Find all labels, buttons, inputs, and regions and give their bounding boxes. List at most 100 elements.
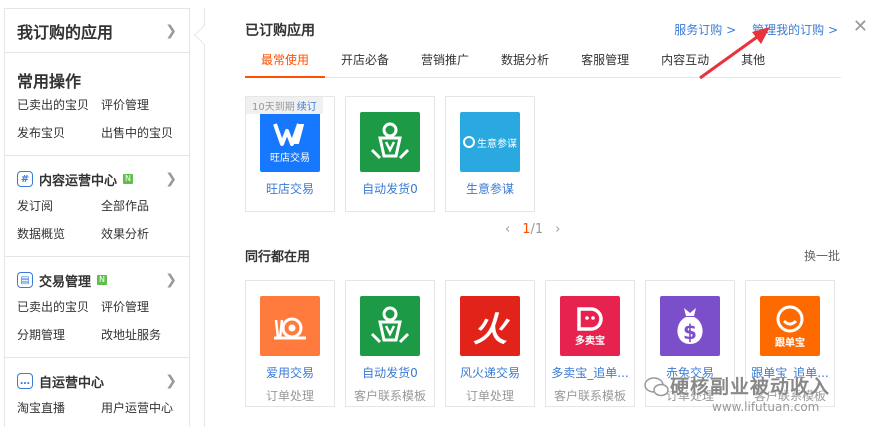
prev-page-button[interactable]: ‹ <box>505 222 510 237</box>
panel-title: 已订购应用 <box>245 23 315 39</box>
app-card[interactable]: 自动发货0 客户联系模板 <box>345 280 435 407</box>
fire-logo-icon: 火 <box>460 296 520 356</box>
sidebar-link[interactable]: 发布宝贝 <box>17 123 101 143</box>
total-pages: /1 <box>530 222 544 237</box>
app-name[interactable]: 旺店交易 <box>266 180 314 197</box>
sidebar-link[interactable]: 改地址服务 <box>101 325 185 345</box>
app-card[interactable]: 自动发货0 <box>345 96 435 212</box>
chevron-right-icon: ❯ <box>165 171 177 187</box>
sidebar-link[interactable]: 评价管理 <box>101 95 185 115</box>
w-logo-icon: 旺店交易 <box>260 112 320 172</box>
sidebar-link[interactable]: 淘宝直播 <box>17 398 101 418</box>
app-category: 客户联系模板 <box>753 389 826 403</box>
robot-logo-icon <box>360 112 420 172</box>
hash-icon: # <box>17 171 33 187</box>
app-card[interactable]: $ 赤兔交易 订单处理 <box>645 280 735 407</box>
app-category: 客户联系模板 <box>553 389 626 403</box>
sidebar-link[interactable]: 用户运营中心 <box>101 398 185 418</box>
smile-logo-icon: 跟单宝 <box>760 296 820 356</box>
close-icon[interactable]: ✕ <box>853 18 868 36</box>
common-operations-title: 常用操作 <box>17 72 82 91</box>
sidebar-group-content: # 内容运营中心 N ❯ 发订阅 全部作品 数据概览 效果分析 <box>5 156 189 256</box>
panel-links: 服务订购 > 管理我的订购 > <box>674 21 838 38</box>
app-card[interactable]: 多卖宝 多卖宝_追单... 客户联系模板 <box>545 280 635 407</box>
sidebar-group-header[interactable]: # 内容运营中心 N ❯ <box>17 156 177 196</box>
app-name[interactable]: 生意参谋 <box>466 180 514 197</box>
sidebar-link[interactable]: 评价管理 <box>101 297 185 317</box>
app-name[interactable]: 跟单宝_追单... <box>751 364 828 381</box>
app-name[interactable]: 自动发货0 <box>362 364 418 381</box>
tab-content-interaction[interactable]: 内容互动 <box>645 46 725 78</box>
sidebar-header[interactable]: 我订购的应用 ❯ <box>5 9 189 53</box>
expire-badge: 10天到期 续订 <box>246 97 323 114</box>
sidebar-header-title: 我订购的应用 <box>17 22 114 42</box>
sidebar-link[interactable]: 出售中的宝贝 <box>101 123 185 143</box>
sidebar-group-header[interactable]: … 自运营中心 ❯ <box>17 358 177 398</box>
app-card[interactable]: 10天到期 续订 旺店交易 旺店交易 <box>245 96 335 212</box>
sidebar-link[interactable]: 分期管理 <box>17 325 101 345</box>
robot-logo-icon <box>360 296 420 356</box>
snail-logo-icon <box>260 296 320 356</box>
chevron-right-icon: ❯ <box>165 272 177 288</box>
renew-link[interactable]: 续订 <box>297 102 317 113</box>
category-tabs: 最常使用 开店必备 营销推广 数据分析 客服管理 内容互动 其他 <box>245 46 841 78</box>
panel-pointer <box>194 25 214 45</box>
refresh-batch-link[interactable]: 换一批 <box>804 247 840 264</box>
logo-caption: 多卖宝 <box>575 335 605 347</box>
pagination: ‹ 1/1 › <box>505 222 560 237</box>
sidebar-group-trade: ▤ 交易管理 N ❯ 已卖出的宝贝 评价管理 分期管理 改地址服务 <box>5 257 189 357</box>
app-card[interactable]: 火 风火递交易 订单处理 <box>445 280 535 407</box>
d-logo-icon: 多卖宝 <box>560 296 620 356</box>
app-card[interactable]: 爱用交易 订单处理 <box>245 280 335 407</box>
service-order-link[interactable]: 服务订购 > <box>674 21 736 38</box>
next-page-button[interactable]: › <box>555 222 560 237</box>
purchased-apps-list: 10天到期 续订 旺店交易 旺店交易 自动发货0 生意参谋 生意参谋 <box>245 96 535 212</box>
tab-marketing[interactable]: 营销推广 <box>405 46 485 78</box>
logo-caption: 火 <box>473 309 507 350</box>
app-name[interactable]: 多卖宝_追单... <box>551 364 628 381</box>
app-category: 订单处理 <box>465 389 514 403</box>
sidebar-link[interactable]: 数据概览 <box>17 224 101 244</box>
svg-text:$: $ <box>683 320 697 344</box>
logo-caption: 生意参谋 <box>477 138 517 150</box>
app-category: 订单处理 <box>665 389 714 403</box>
logo-caption: 旺店交易 <box>270 152 310 164</box>
sidebar-link[interactable]: 已卖出的宝贝 <box>17 297 101 317</box>
chevron-right-icon: ❯ <box>165 22 177 39</box>
sidebar-group-title: 交易管理 <box>39 274 92 290</box>
sidebar-group-header[interactable]: ▤ 交易管理 N ❯ <box>17 257 177 297</box>
app-category: 订单处理 <box>265 389 314 403</box>
sidebar-link[interactable]: 效果分析 <box>101 224 185 244</box>
sidebar-link[interactable]: 全部作品 <box>101 196 185 216</box>
shengyi-logo-icon: 生意参谋 <box>460 112 520 172</box>
peers-section-title: 同行都在用 <box>245 250 311 265</box>
moneybag-logo-icon: $ <box>660 296 720 356</box>
app-card[interactable]: 跟单宝 跟单宝_追单... 客户联系模板 <box>745 280 835 407</box>
app-card[interactable]: 生意参谋 生意参谋 <box>445 96 535 212</box>
app-name[interactable]: 赤兔交易 <box>666 364 714 381</box>
chat-icon: … <box>17 373 33 389</box>
common-operations: 常用操作 已卖出的宝贝 评价管理 发布宝贝 出售中的宝贝 <box>5 53 189 155</box>
sidebar-link[interactable]: 已卖出的宝贝 <box>17 95 101 115</box>
sidebar-link[interactable]: 发订阅 <box>17 196 101 216</box>
sidebar-group-title: 内容运营中心 <box>39 173 118 189</box>
app-name[interactable]: 自动发货0 <box>362 180 418 197</box>
new-badge: N <box>97 275 108 285</box>
app-name[interactable]: 爱用交易 <box>266 364 314 381</box>
logo-caption: 跟单宝 <box>775 337 805 349</box>
tab-most-used[interactable]: 最常使用 <box>245 46 326 78</box>
app-category: 客户联系模板 <box>353 389 426 403</box>
tab-data-analysis[interactable]: 数据分析 <box>485 46 565 78</box>
tab-other[interactable]: 其他 <box>725 46 781 78</box>
tab-store-essentials[interactable]: 开店必备 <box>325 46 405 78</box>
purchased-apps-panel: 已订购应用 服务订购 > 管理我的订购 > ✕ 最常使用 开店必备 营销推广 数… <box>194 8 878 427</box>
sidebar-group-title: 自运营中心 <box>39 375 105 391</box>
expire-text: 10天到期 <box>252 102 295 113</box>
manage-orders-link[interactable]: 管理我的订购 > <box>752 21 838 38</box>
calendar-icon: ▤ <box>17 272 33 288</box>
sidebar-group-self-ops: … 自运营中心 ❯ 淘宝直播 用户运营中心 <box>5 358 189 427</box>
tab-customer-service[interactable]: 客服管理 <box>565 46 645 78</box>
app-name[interactable]: 风火递交易 <box>460 364 520 381</box>
sidebar: 我订购的应用 ❯ 常用操作 已卖出的宝贝 评价管理 发布宝贝 出售中的宝贝 # … <box>4 8 190 427</box>
peer-apps-list: 爱用交易 订单处理 自动发货0 客户联系模板 火 风火递交易 订单处理 多卖宝 … <box>245 280 835 407</box>
